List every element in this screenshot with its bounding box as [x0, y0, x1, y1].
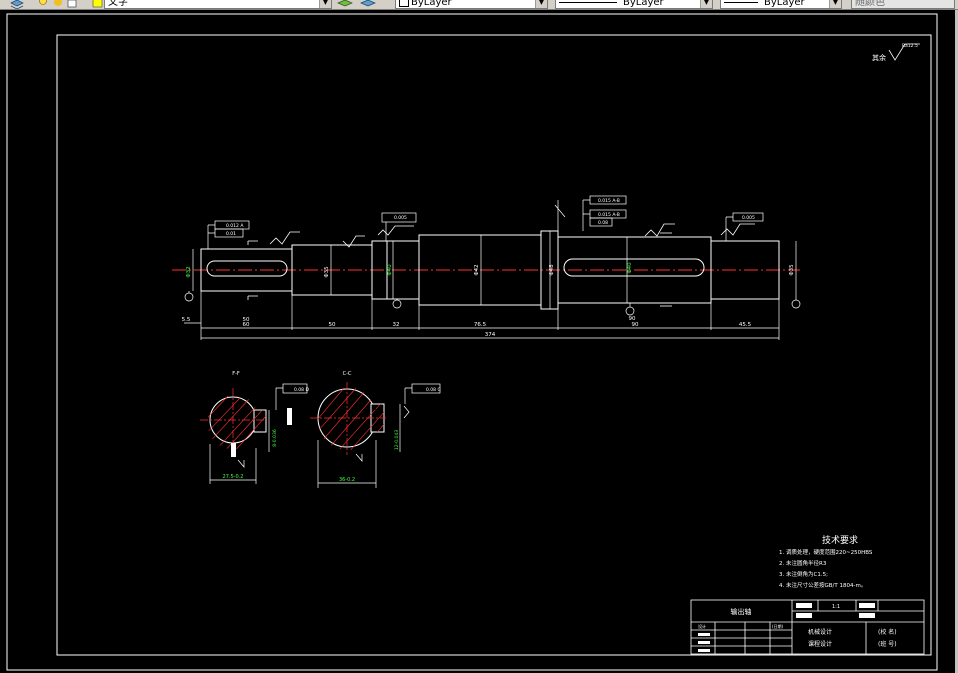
drawing-canvas[interactable]: 其余 Ra12.5 Φ32 Φ35 Φ40 Φ42 Φ48 Φ40 Φ35 0.… — [0, 10, 958, 673]
dim-left-end: 5.5 — [182, 317, 191, 323]
tf3-a: 0.015 A-B — [598, 198, 620, 204]
tf1-b: 0.01 — [226, 231, 236, 237]
keyway-left — [206, 260, 288, 277]
tech-req-item-3: 3. 未注倒角为C1.5; — [779, 570, 828, 578]
dia-right: Φ35 — [789, 264, 795, 276]
title-course-2: 课程设计 — [808, 640, 832, 648]
tech-req-item-1: 1. 调质处理，硬度范围220~250HBS — [779, 548, 873, 556]
dim-50-b: 50 — [329, 322, 336, 328]
tf6: 0.08 C — [426, 387, 441, 393]
keyway-right — [563, 258, 705, 277]
tolerance-frames — [207, 195, 764, 249]
dia-gear: Φ40 — [627, 262, 633, 274]
dia-mid2: Φ40 — [387, 264, 393, 276]
color-dropdown[interactable]: ByLayer ▼ — [395, 0, 548, 9]
lineweight-value: ByLayer — [764, 0, 805, 8]
chevron-down-icon[interactable]: ▼ — [319, 0, 331, 8]
title-course-1: 机械设计 — [808, 628, 832, 636]
make-layer-current-icon[interactable] — [337, 0, 353, 9]
dim-32: 32 — [393, 322, 400, 328]
linetype-value: ByLayer — [623, 0, 664, 8]
tf2: 0.005 — [394, 215, 407, 221]
section-ff-key: 8-0.036 — [272, 429, 278, 447]
plotstyle-dropdown[interactable]: 随颜色 — [851, 0, 955, 9]
chevron-down-icon[interactable]: ▼ — [829, 0, 841, 8]
dia-mid3: Φ42 — [474, 264, 480, 275]
tf3-c: 0.08 — [598, 220, 608, 226]
dim-76-5: 76.5 — [474, 322, 487, 328]
linetype-dropdown[interactable]: ByLayer ▼ — [555, 0, 713, 9]
tech-req-title: 技术要求 — [822, 534, 858, 546]
title-date-label: (日期) — [772, 623, 784, 629]
dim-90-a: 90 — [632, 322, 639, 328]
dim-90-b: 90 — [629, 316, 636, 322]
color-square-icon — [399, 0, 409, 7]
tf4: 0.005 — [742, 215, 755, 221]
chevron-down-icon[interactable]: ▼ — [700, 0, 712, 8]
section-cc-width: 36-0.2 — [339, 477, 355, 483]
layers-icon[interactable] — [10, 0, 24, 9]
tech-req-item-4: 4. 未注尺寸公差按GB/T 1804-m。 — [779, 581, 866, 589]
section-ff-label: F-F — [232, 371, 240, 377]
section-cc: C-C 0.08 C 12-0.043 36-0.2 — [310, 371, 441, 488]
lineweight-dropdown[interactable]: ByLayer ▼ — [720, 0, 842, 9]
title-class-no: (班 号) — [878, 640, 897, 648]
dia-collar: Φ48 — [549, 264, 555, 276]
tf5: 0.08 D — [294, 387, 309, 393]
tech-req-item-2: 2. 未注圆角半径R3 — [779, 559, 827, 567]
title-part-name: 输出轴 — [731, 607, 752, 616]
dim-374: 374 — [485, 332, 496, 338]
roughness-note-prefix: 其余 — [872, 53, 886, 62]
dim-45-5: 45.5 — [739, 322, 752, 328]
section-cc-key: 12-0.043 — [394, 430, 400, 450]
title-school: (校 名) — [878, 628, 897, 636]
title-ratio: 1:1 — [832, 604, 840, 610]
shaft-main-view — [172, 230, 800, 310]
technical-requirements: 技术要求 1. 调质处理，硬度范围220~250HBS 2. 未注圆角半径R3 … — [779, 534, 873, 589]
section-ff-width: 27.5-0.2 — [223, 474, 244, 480]
layer-value: ByLayer — [411, 0, 452, 8]
roughness-note-value: Ra12.5 — [902, 43, 918, 49]
lock-icon[interactable] — [66, 0, 78, 9]
tf3-b: 0.015 A-B — [598, 212, 620, 218]
lightbulb-icon[interactable] — [38, 0, 50, 9]
color-swatch-icon[interactable] — [92, 0, 104, 9]
horizontal-dims — [184, 291, 780, 340]
chevron-down-icon[interactable]: ▼ — [535, 0, 547, 8]
text-style-value: 文字 — [108, 0, 128, 8]
cad-toolbar: 文字 ▼ ByLayer ▼ ByLayer ▼ ByLayer ▼ 随颜色 — [0, 0, 958, 10]
lineweight-preview — [724, 1, 758, 3]
tf1-a: 0.012 A — [226, 223, 244, 229]
roughness-note: 其余 Ra12.5 — [872, 43, 920, 62]
dia-left: Φ32 — [186, 266, 192, 277]
layer-dropdown[interactable]: 文字 ▼ — [104, 0, 332, 9]
linetype-preview — [559, 1, 617, 3]
section-cc-label: C-C — [343, 371, 352, 377]
section-ff: F-F 0.08 D 8-0.036 27.5-0.2 — [200, 371, 309, 484]
dia-mid1: Φ35 — [324, 266, 330, 278]
layer-previous-icon[interactable] — [360, 0, 376, 9]
title-row-1: 设计 — [698, 623, 706, 629]
dim-50-a: 50 — [243, 317, 250, 323]
sun-icon[interactable] — [52, 0, 64, 9]
plotstyle-value: 随颜色 — [855, 0, 885, 8]
